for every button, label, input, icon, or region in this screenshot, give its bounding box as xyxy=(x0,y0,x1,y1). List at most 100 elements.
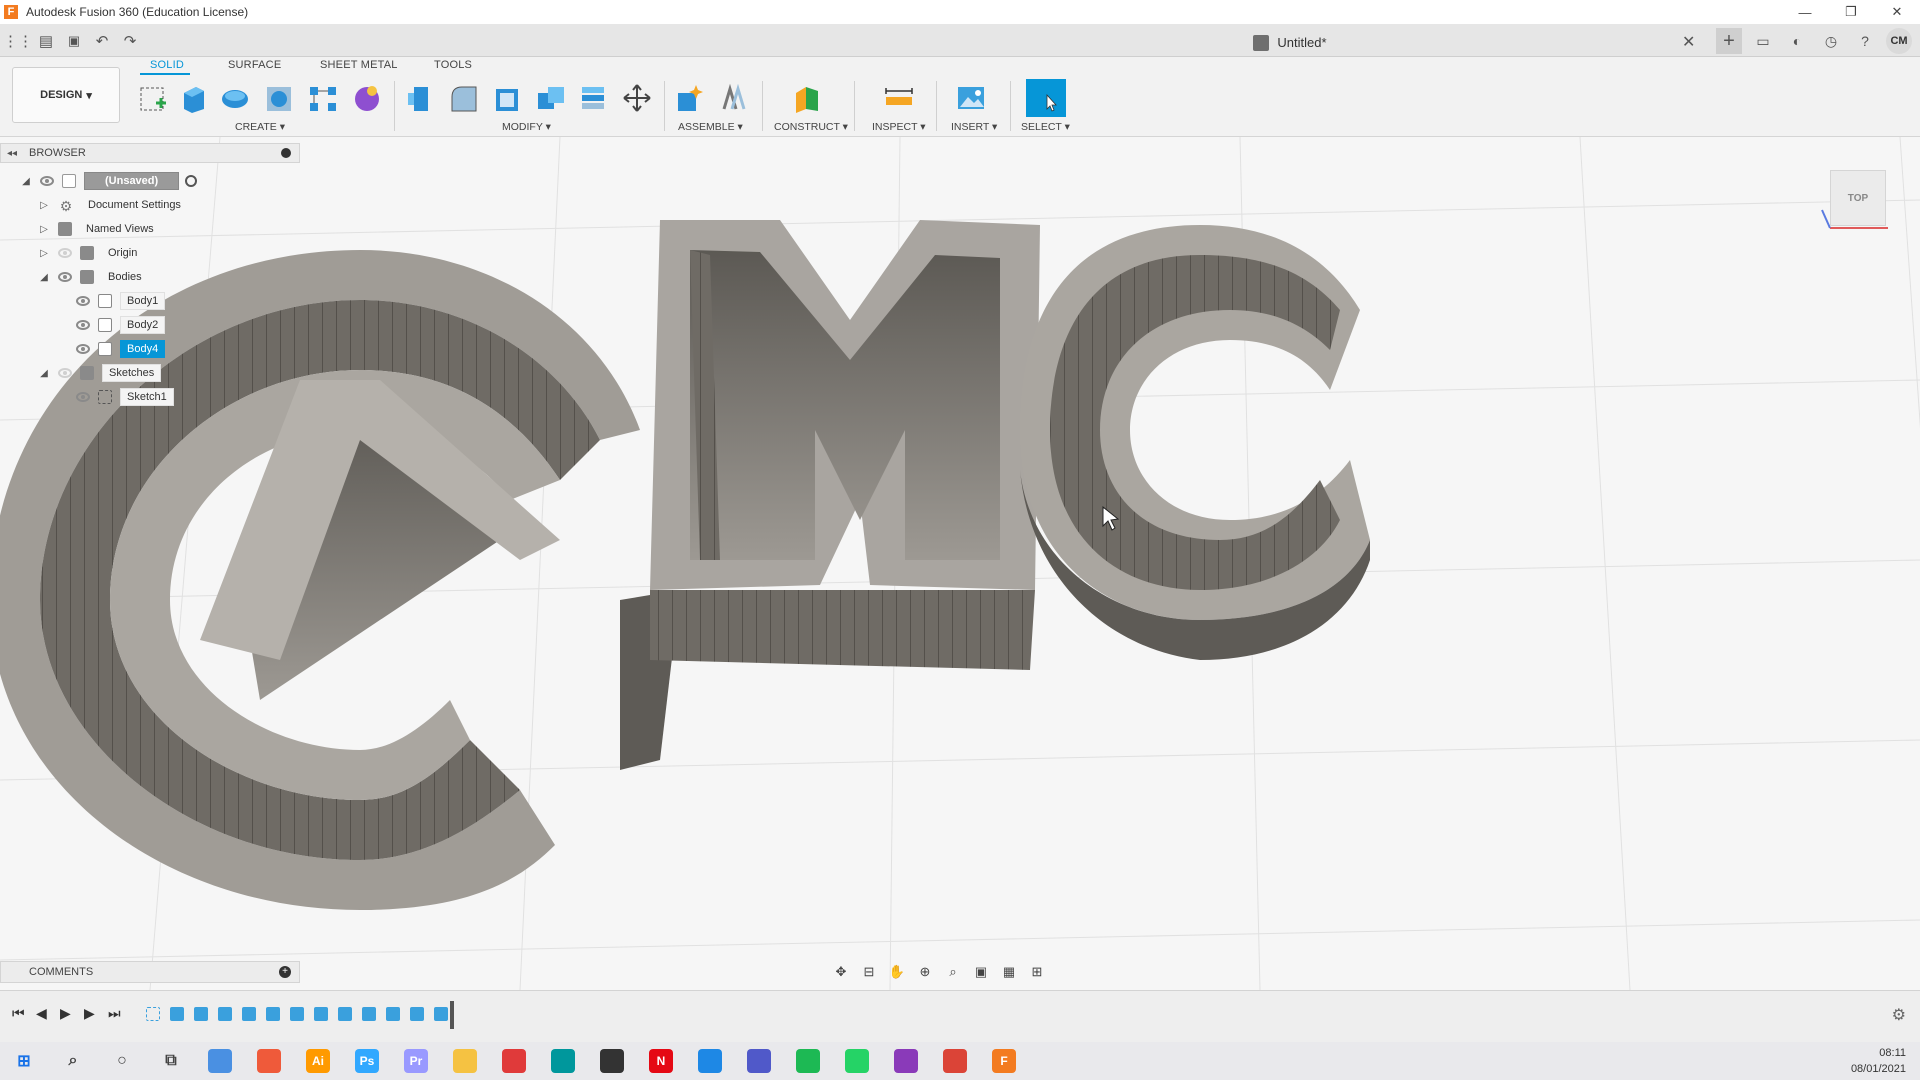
timeline-settings-gear-icon[interactable]: ⚙ xyxy=(1892,1005,1906,1025)
orbit-icon[interactable]: ✥ xyxy=(830,962,852,982)
tree-item-body2[interactable]: Body2 xyxy=(68,314,166,336)
visibility-eye-icon[interactable] xyxy=(76,392,90,402)
tree-item-sketch1[interactable]: Sketch1 xyxy=(68,386,174,408)
fusion-taskbar-icon[interactable]: F xyxy=(992,1049,1016,1073)
new-component-tool[interactable] xyxy=(672,81,706,115)
revolve-tool[interactable] xyxy=(218,81,252,115)
explorer-taskbar-icon[interactable] xyxy=(453,1049,477,1073)
tab-sheet-metal[interactable]: SHEET METAL xyxy=(320,59,398,71)
go-to-start-icon[interactable]: ⏮ xyxy=(12,1005,25,1022)
form-tool[interactable] xyxy=(350,81,384,115)
system-clock[interactable]: 08:11 08/01/2021 xyxy=(1851,1045,1906,1077)
timeline-extrude-feature[interactable] xyxy=(218,1007,232,1021)
redo-icon[interactable]: ↷ xyxy=(118,30,142,52)
job-status-icon[interactable]: ▭ xyxy=(1750,28,1776,54)
file-menu-icon[interactable]: ▤ xyxy=(34,30,58,52)
premiere-taskbar-icon[interactable]: Pr xyxy=(404,1049,428,1073)
browser-header[interactable]: ◂◂ BROWSER xyxy=(0,143,300,163)
insert-canvas-tool[interactable] xyxy=(954,81,988,115)
task-view-taskbar-icon[interactable]: ⧉ xyxy=(159,1049,183,1073)
timeline-extrude-feature[interactable] xyxy=(314,1007,328,1021)
user-avatar[interactable]: CM xyxy=(1886,28,1912,54)
mail-taskbar-icon[interactable] xyxy=(698,1049,722,1073)
cortana-taskbar-icon[interactable]: ○ xyxy=(110,1049,134,1073)
shell-tool[interactable] xyxy=(490,81,524,115)
play-icon[interactable]: ▶ xyxy=(60,1005,71,1022)
close-document-icon[interactable]: ✕ xyxy=(1682,32,1695,52)
fit-icon[interactable]: ⌕ xyxy=(942,962,964,982)
timeline-extrude-feature[interactable] xyxy=(266,1007,280,1021)
grid-settings-icon[interactable]: ▦ xyxy=(998,962,1020,982)
windows-taskbar-icon[interactable]: ⊞ xyxy=(12,1049,36,1073)
expand-arrow-icon[interactable]: ◢ xyxy=(20,176,32,187)
hole-tool[interactable] xyxy=(262,81,296,115)
step-forward-icon[interactable]: ▶ xyxy=(84,1005,95,1022)
chrome-alt-taskbar-icon[interactable] xyxy=(208,1049,232,1073)
offset-face-tool[interactable] xyxy=(576,81,610,115)
timeline-extrude-feature[interactable] xyxy=(290,1007,304,1021)
arduino-taskbar-icon[interactable] xyxy=(551,1049,575,1073)
spotify-taskbar-icon[interactable] xyxy=(796,1049,820,1073)
timeline-extrude-feature[interactable] xyxy=(410,1007,424,1021)
visibility-eye-icon[interactable] xyxy=(58,272,72,282)
chrome-taskbar-icon[interactable] xyxy=(943,1049,967,1073)
restore-button[interactable]: ❐ xyxy=(1828,0,1874,24)
go-to-end-icon[interactable]: ⏭ xyxy=(108,1005,121,1022)
extrude-tool[interactable] xyxy=(176,81,210,115)
teams-taskbar-icon[interactable] xyxy=(747,1049,771,1073)
timeline-sketch-feature[interactable] xyxy=(146,1007,160,1021)
visibility-eye-icon[interactable] xyxy=(40,176,54,186)
comments-panel[interactable]: COMMENTS + xyxy=(0,961,300,983)
workspace-switcher-button[interactable]: DESIGN ▾ xyxy=(12,67,120,123)
minimize-button[interactable]: — xyxy=(1782,0,1828,24)
photoshop-taskbar-icon[interactable]: Ps xyxy=(355,1049,379,1073)
inspect-group-label[interactable]: INSPECT ▾ xyxy=(872,121,926,133)
collapse-arrow-icon[interactable]: ◢ xyxy=(38,272,50,283)
collapse-arrow-icon[interactable]: ◢ xyxy=(38,368,50,379)
press-pull-tool[interactable] xyxy=(404,81,438,115)
collapse-panel-icon[interactable]: ◂◂ xyxy=(7,148,21,159)
tree-item-body1[interactable]: Body1 xyxy=(68,290,166,312)
save-icon[interactable]: ▣ xyxy=(62,30,86,52)
browser-minimize-icon[interactable] xyxy=(281,148,291,158)
measure-tool[interactable] xyxy=(882,81,916,115)
tree-item-origin[interactable]: ▷ Origin xyxy=(38,242,143,264)
search-taskbar-icon[interactable]: ⌕ xyxy=(61,1049,85,1073)
timeline-extrude-feature[interactable] xyxy=(362,1007,376,1021)
instagram-taskbar-icon[interactable] xyxy=(894,1049,918,1073)
data-panel-grid-icon[interactable]: ⋮⋮ xyxy=(3,30,33,52)
timeline-marker[interactable] xyxy=(450,1001,454,1029)
move-copy-tool[interactable] xyxy=(620,81,654,115)
insert-group-label[interactable]: INSERT ▾ xyxy=(951,121,997,133)
timeline-extrude-feature[interactable] xyxy=(194,1007,208,1021)
construct-group-label[interactable]: CONSTRUCT ▾ xyxy=(774,121,848,133)
select-group-label[interactable]: SELECT ▾ xyxy=(1021,121,1070,133)
tree-item-bodies[interactable]: ◢ Bodies xyxy=(38,266,148,288)
expand-arrow-icon[interactable]: ▷ xyxy=(38,224,50,235)
activate-target-icon[interactable] xyxy=(185,175,198,187)
modify-group-label[interactable]: MODIFY ▾ xyxy=(502,121,551,133)
close-window-button[interactable]: ✕ xyxy=(1874,0,1920,24)
help-icon[interactable]: ? xyxy=(1852,28,1878,54)
assemble-group-label[interactable]: ASSEMBLE ▾ xyxy=(678,121,743,133)
tree-item-body4[interactable]: Body4 xyxy=(68,338,166,360)
tree-item-named-views[interactable]: ▷ Named Views xyxy=(38,218,160,240)
timeline-extrude-feature[interactable] xyxy=(170,1007,184,1021)
pan-icon[interactable]: ✋ xyxy=(886,962,908,982)
joint-tool[interactable] xyxy=(716,81,750,115)
look-at-icon[interactable]: ⊟ xyxy=(858,962,880,982)
offset-plane-tool[interactable] xyxy=(790,81,824,115)
illustrator-taskbar-icon[interactable]: Ai xyxy=(306,1049,330,1073)
expand-arrow-icon[interactable]: ▷ xyxy=(38,248,50,259)
zoom-icon[interactable]: ⊕ xyxy=(914,962,936,982)
add-comment-icon[interactable]: + xyxy=(279,966,291,978)
tab-solid[interactable]: SOLID xyxy=(150,59,184,71)
app-red-taskbar-icon[interactable] xyxy=(502,1049,526,1073)
viewports-icon[interactable]: ⊞ xyxy=(1026,962,1048,982)
netflix-taskbar-icon[interactable]: N xyxy=(649,1049,673,1073)
visibility-eye-icon[interactable] xyxy=(76,344,90,354)
tree-item-document-settings[interactable]: ▷ ⚙ Document Settings xyxy=(38,194,187,216)
store-taskbar-icon[interactable] xyxy=(600,1049,624,1073)
whatsapp-taskbar-icon[interactable] xyxy=(845,1049,869,1073)
undo-icon[interactable]: ↶ xyxy=(90,30,114,52)
